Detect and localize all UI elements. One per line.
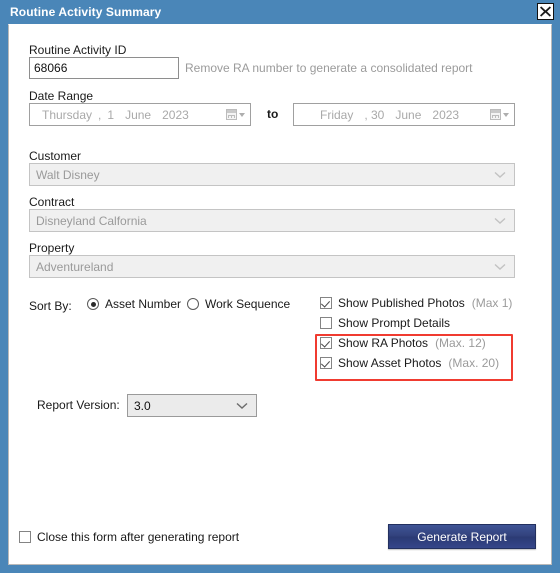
checkbox-show-ra-photos[interactable]: Show RA Photos (Max. 12) xyxy=(320,336,486,350)
dialog-body: Routine Activity ID 68066 Remove RA numb… xyxy=(8,24,552,565)
date-until-year: 2023 xyxy=(432,107,460,122)
date-until-month: June xyxy=(395,107,422,122)
property-dropdown[interactable]: Adventureland xyxy=(29,255,515,278)
radio-indicator xyxy=(187,298,199,310)
chevron-down-icon xyxy=(494,260,506,274)
checkbox-show-published-photos-max: (Max 1) xyxy=(471,296,513,310)
title-bar: Routine Activity Summary xyxy=(0,0,560,24)
radio-asset-number-label: Asset Number xyxy=(105,297,182,311)
checkbox-show-prompt-details-label: Show Prompt Details xyxy=(338,316,451,330)
checkbox-indicator xyxy=(320,317,332,329)
date-from-month: June xyxy=(125,107,152,122)
sort-by-label: Sort By: xyxy=(29,299,72,313)
date-range-separator: to xyxy=(267,107,279,121)
checkbox-indicator xyxy=(320,357,332,369)
checkbox-indicator xyxy=(19,531,31,543)
property-label: Property xyxy=(29,241,75,255)
checkbox-show-ra-photos-max: (Max. 12) xyxy=(435,336,486,350)
checkbox-show-ra-photos-label: Show RA Photos xyxy=(338,336,429,350)
radio-asset-number[interactable]: Asset Number xyxy=(87,297,181,311)
date-from-weekday: Thursday xyxy=(42,107,93,122)
ra-id-label: Routine Activity ID xyxy=(29,43,127,57)
radio-indicator xyxy=(87,298,99,310)
radio-work-sequence[interactable]: Work Sequence xyxy=(187,297,290,311)
checkbox-close-after-generating[interactable]: Close this form after generating report xyxy=(19,530,239,544)
date-until-comma: , 30 xyxy=(364,107,385,122)
checkbox-show-published-photos-label: Show Published Photos xyxy=(338,296,465,310)
report-version-dropdown[interactable]: 3.0 xyxy=(127,394,257,417)
chevron-down-icon xyxy=(494,214,506,228)
contract-dropdown[interactable]: Disneyland Calfornia xyxy=(29,209,515,232)
customer-value: Walt Disney xyxy=(36,167,100,182)
date-from-calendar-icon[interactable] xyxy=(222,106,248,123)
date-until-picker[interactable]: Friday , 30 June 2023 xyxy=(293,103,515,126)
date-from-comma: , xyxy=(98,107,102,122)
contract-label: Contract xyxy=(29,195,75,209)
close-icon[interactable] xyxy=(537,3,554,20)
ra-id-input[interactable]: 68066 xyxy=(29,57,179,79)
date-until-calendar-icon[interactable] xyxy=(486,106,512,123)
checkbox-show-asset-photos-max: (Max. 20) xyxy=(448,356,500,370)
checkbox-show-prompt-details[interactable]: Show Prompt Details xyxy=(320,316,457,330)
date-from-year: 2023 xyxy=(162,107,189,122)
customer-dropdown[interactable]: Walt Disney xyxy=(29,163,515,186)
generate-report-button[interactable]: Generate Report xyxy=(388,524,536,549)
checkbox-show-asset-photos-label: Show Asset Photos xyxy=(338,356,442,370)
routine-activity-summary-window: Routine Activity Summary Routine Activit… xyxy=(0,0,560,573)
date-from-picker[interactable]: Thursday , 1 June 2023 xyxy=(29,103,251,126)
checkbox-close-after-generating-label: Close this form after generating report xyxy=(37,530,240,544)
checkbox-indicator xyxy=(320,297,332,309)
checkbox-show-asset-photos[interactable]: Show Asset Photos (Max. 20) xyxy=(320,356,499,370)
property-value: Adventureland xyxy=(36,259,114,274)
checkbox-indicator xyxy=(320,337,332,349)
checkbox-show-published-photos[interactable]: Show Published Photos (Max 1) xyxy=(320,296,512,310)
ra-id-hint: Remove RA number to generate a consolida… xyxy=(185,61,473,75)
contract-value: Disneyland Calfornia xyxy=(36,213,147,228)
date-from-day: 1 xyxy=(107,107,115,122)
chevron-down-icon xyxy=(494,168,506,182)
date-range-label: Date Range xyxy=(29,89,94,103)
radio-work-sequence-label: Work Sequence xyxy=(205,297,291,311)
report-version-label: Report Version: xyxy=(37,398,120,412)
customer-label: Customer xyxy=(29,149,82,163)
window-title: Routine Activity Summary xyxy=(10,5,162,19)
report-version-value: 3.0 xyxy=(134,398,151,413)
date-until-weekday: Friday xyxy=(320,107,354,122)
chevron-down-icon xyxy=(236,399,248,413)
